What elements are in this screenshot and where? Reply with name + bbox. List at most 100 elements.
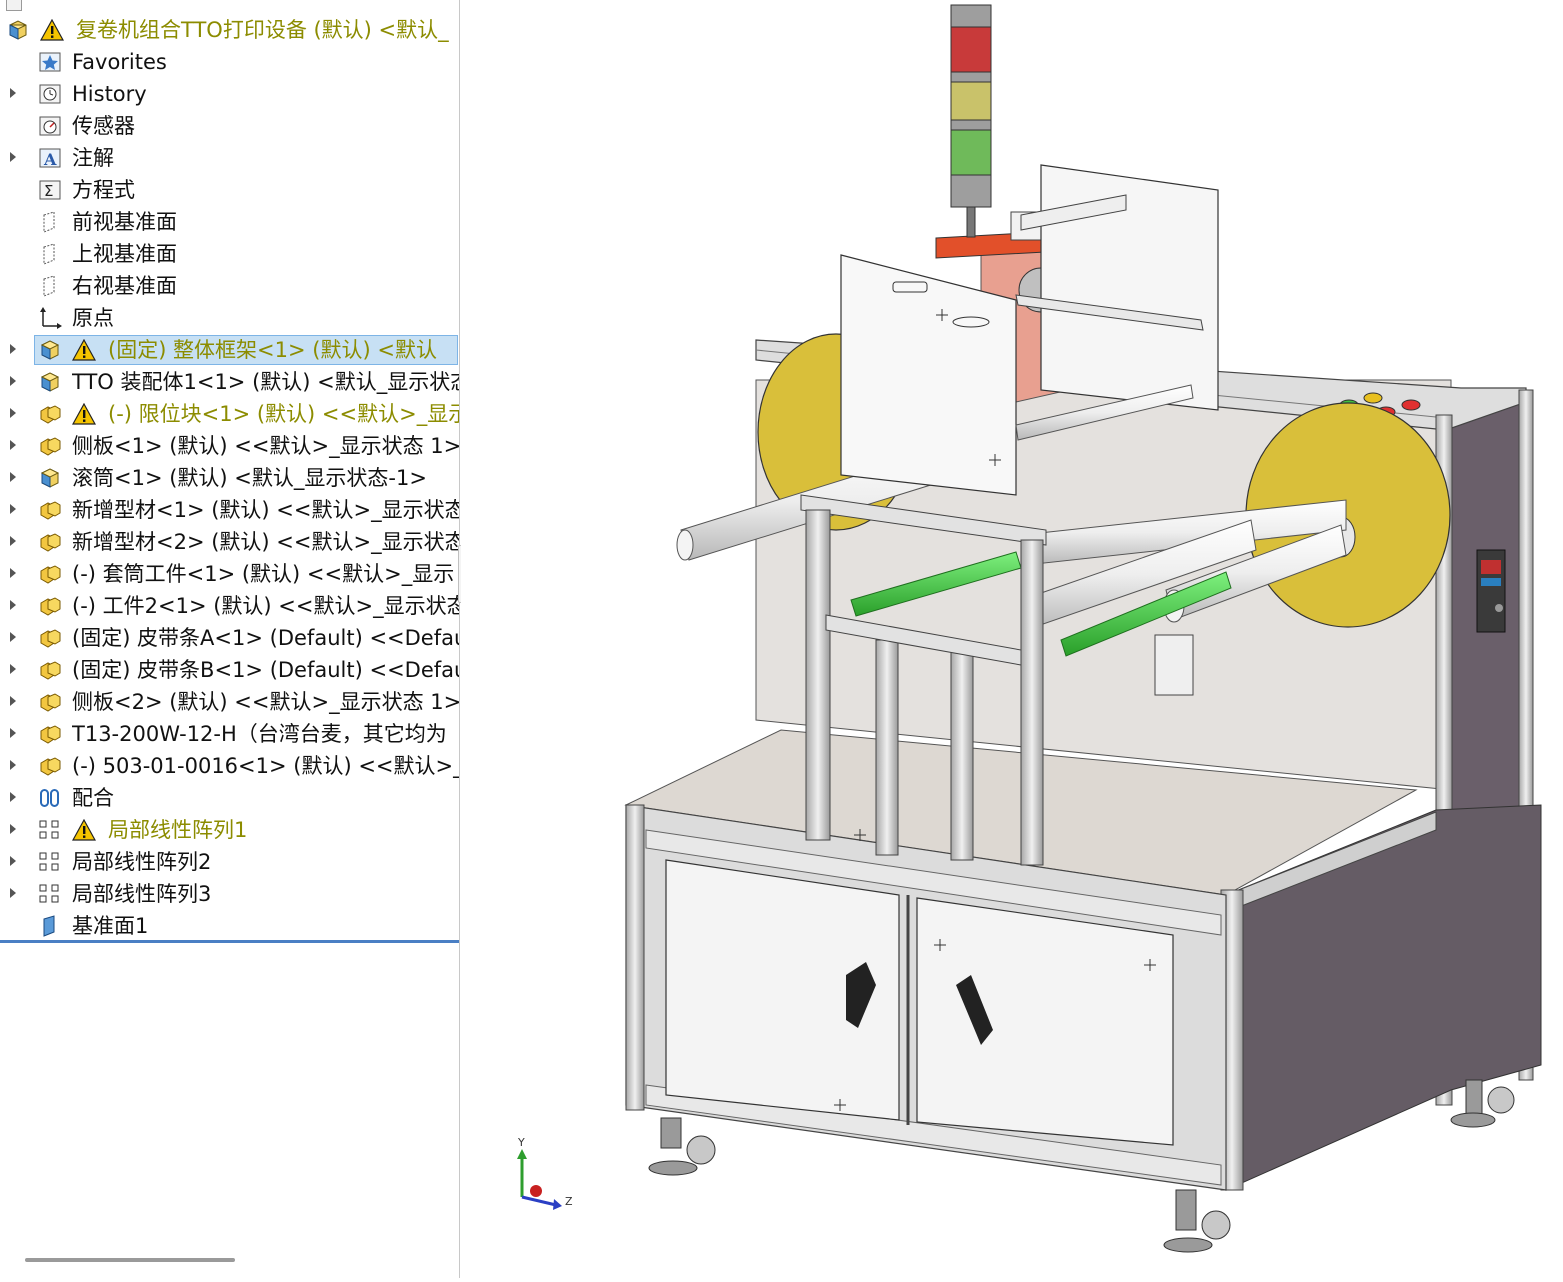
tree-item-label: 局部线性阵列3	[72, 882, 212, 906]
tree-item[interactable]: 侧板<2> (默认) <<默认>_显示状态 1>	[0, 686, 459, 718]
expand-arrow-icon[interactable]	[10, 888, 16, 898]
tree-item[interactable]: T13-200W-12-H（台湾台麦，其它均为	[0, 718, 459, 750]
part-icon	[38, 595, 62, 617]
mates-icon	[38, 787, 62, 809]
assembly-model-render[interactable]	[461, 0, 1563, 1278]
annotation-icon: A	[38, 147, 62, 169]
assembly-icon	[6, 19, 30, 41]
tree-item[interactable]: (-) 工件2<1> (默认) <<默认>_显示状态	[0, 590, 459, 622]
tree-item-label: 复卷机组合TTO打印设备 (默认) <默认_	[76, 18, 449, 42]
tree-collapse-handle[interactable]	[6, 0, 22, 11]
expand-arrow-icon[interactable]	[10, 792, 16, 802]
tree-item[interactable]: 基准面1	[0, 910, 459, 942]
tree-item[interactable]: 右视基准面	[0, 270, 459, 302]
tree-horizontal-scrollbar[interactable]	[0, 1252, 459, 1266]
expand-arrow-icon[interactable]	[10, 696, 16, 706]
expand-arrow-icon[interactable]	[10, 632, 16, 642]
tree-item[interactable]: 新增型材<1> (默认) <<默认>_显示状态	[0, 494, 459, 526]
part-icon	[38, 531, 62, 553]
tree-item[interactable]: 局部线性阵列2	[0, 846, 459, 878]
tree-item[interactable]: 新增型材<2> (默认) <<默认>_显示状态	[0, 526, 459, 558]
tree-item[interactable]: 局部线性阵列1	[0, 814, 459, 846]
part-icon	[38, 691, 62, 713]
expand-arrow-icon[interactable]	[10, 376, 16, 386]
plane-icon	[38, 211, 62, 233]
tree-item[interactable]: A 注解	[0, 142, 459, 174]
plane-icon	[38, 243, 62, 265]
subassembly-icon	[38, 339, 62, 361]
tree-item-label: 新增型材<2> (默认) <<默认>_显示状态	[72, 530, 459, 554]
origin-icon	[38, 307, 62, 329]
tree-item-label: 新增型材<1> (默认) <<默认>_显示状态	[72, 498, 459, 522]
triad-y-label: Y	[517, 1136, 525, 1149]
tree-item-label: (-) 套筒工件<1> (默认) <<默认>_显示	[72, 562, 455, 586]
expand-arrow-icon[interactable]	[10, 472, 16, 482]
tree-item-label: TTO 装配体1<1> (默认) <默认_显示状态	[72, 370, 459, 394]
expand-arrow-icon[interactable]	[10, 600, 16, 610]
subassembly-icon	[38, 371, 62, 393]
expand-arrow-icon[interactable]	[10, 568, 16, 578]
triad-z-label: Z	[565, 1195, 573, 1208]
tree-item-label: 前视基准面	[72, 210, 177, 234]
expand-arrow-icon[interactable]	[10, 856, 16, 866]
tree-item[interactable]: (-) 限位块<1> (默认) <<默认>_显示	[0, 398, 459, 430]
tree-item[interactable]: History	[0, 78, 459, 110]
part-icon	[38, 723, 62, 745]
part-icon	[38, 563, 62, 585]
tree-item-label: 滚筒<1> (默认) <默认_显示状态-1>	[72, 466, 427, 490]
tree-item-label: 侧板<2> (默认) <<默认>_显示状态 1>	[72, 690, 459, 714]
expand-arrow-icon[interactable]	[10, 760, 16, 770]
tree-item[interactable]: (-) 503-01-0016<1> (默认) <<默认>_	[0, 750, 459, 782]
tree-item[interactable]: 滚筒<1> (默认) <默认_显示状态-1>	[0, 462, 459, 494]
tree-top-bar	[0, 0, 459, 14]
tree-item[interactable]: (-) 套筒工件<1> (默认) <<默认>_显示	[0, 558, 459, 590]
expand-arrow-icon[interactable]	[10, 536, 16, 546]
part-icon	[38, 403, 62, 425]
tree-item[interactable]: TTO 装配体1<1> (默认) <默认_显示状态	[0, 366, 459, 398]
tree-item[interactable]: 侧板<1> (默认) <<默认>_显示状态 1>	[0, 430, 459, 462]
plane-icon	[38, 275, 62, 297]
expand-arrow-icon[interactable]	[10, 408, 16, 418]
tree-item[interactable]: (固定) 皮带条A<1> (Default) <<Defau	[0, 622, 459, 654]
tree-item[interactable]: Σ 方程式	[0, 174, 459, 206]
tree-item[interactable]: 传感器	[0, 110, 459, 142]
tree-item-label: 基准面1	[72, 914, 149, 938]
tree-item[interactable]: Favorites	[0, 46, 459, 78]
tree-item[interactable]: (固定) 皮带条B<1> (Default) <<Defau	[0, 654, 459, 686]
scrollbar-thumb[interactable]	[25, 1258, 235, 1262]
expand-arrow-icon[interactable]	[10, 728, 16, 738]
expand-arrow-icon[interactable]	[10, 344, 16, 354]
tree-item[interactable]: 局部线性阵列3	[0, 878, 459, 910]
expand-arrow-icon[interactable]	[10, 88, 16, 98]
tree-item-label: 侧板<1> (默认) <<默认>_显示状态 1>	[72, 434, 459, 458]
tree-item-label: 传感器	[72, 114, 135, 138]
tree-item[interactable]: (固定) 整体框架<1> (默认) <默认	[0, 334, 459, 366]
part-icon	[38, 435, 62, 457]
tree-item[interactable]: 配合	[0, 782, 459, 814]
expand-arrow-icon[interactable]	[10, 440, 16, 450]
tree-item-label: 右视基准面	[72, 274, 177, 298]
tree-item-label: (-) 503-01-0016<1> (默认) <<默认>_	[72, 754, 459, 778]
favorites-icon	[38, 51, 62, 73]
tree-item[interactable]: 上视基准面	[0, 238, 459, 270]
pattern-icon	[38, 819, 62, 841]
tree-item-label: (-) 工件2<1> (默认) <<默认>_显示状态	[72, 594, 459, 618]
tree-end-divider	[0, 940, 459, 943]
warning-icon	[71, 818, 97, 841]
equation-icon: Σ	[38, 179, 62, 201]
tree-item-label: (-) 限位块<1> (默认) <<默认>_显示	[108, 402, 459, 426]
tree-item-label: 局部线性阵列2	[72, 850, 212, 874]
expand-arrow-icon[interactable]	[10, 824, 16, 834]
expand-arrow-icon[interactable]	[10, 152, 16, 162]
graphics-viewport[interactable]	[461, 0, 1563, 1278]
feature-manager-tree: 复卷机组合TTO打印设备 (默认) <默认_ Favorites History 传感…	[0, 0, 460, 1278]
tree-item[interactable]: 前视基准面	[0, 206, 459, 238]
tree-item-label: (固定) 皮带条A<1> (Default) <<Defau	[72, 626, 459, 650]
expand-arrow-icon[interactable]	[10, 504, 16, 514]
sensor-icon	[38, 115, 62, 137]
pattern-icon	[38, 851, 62, 873]
tree-item[interactable]: 原点	[0, 302, 459, 334]
expand-arrow-icon[interactable]	[10, 664, 16, 674]
tree-item-label: T13-200W-12-H（台湾台麦，其它均为	[72, 722, 447, 746]
tree-item[interactable]: 复卷机组合TTO打印设备 (默认) <默认_	[0, 14, 459, 46]
